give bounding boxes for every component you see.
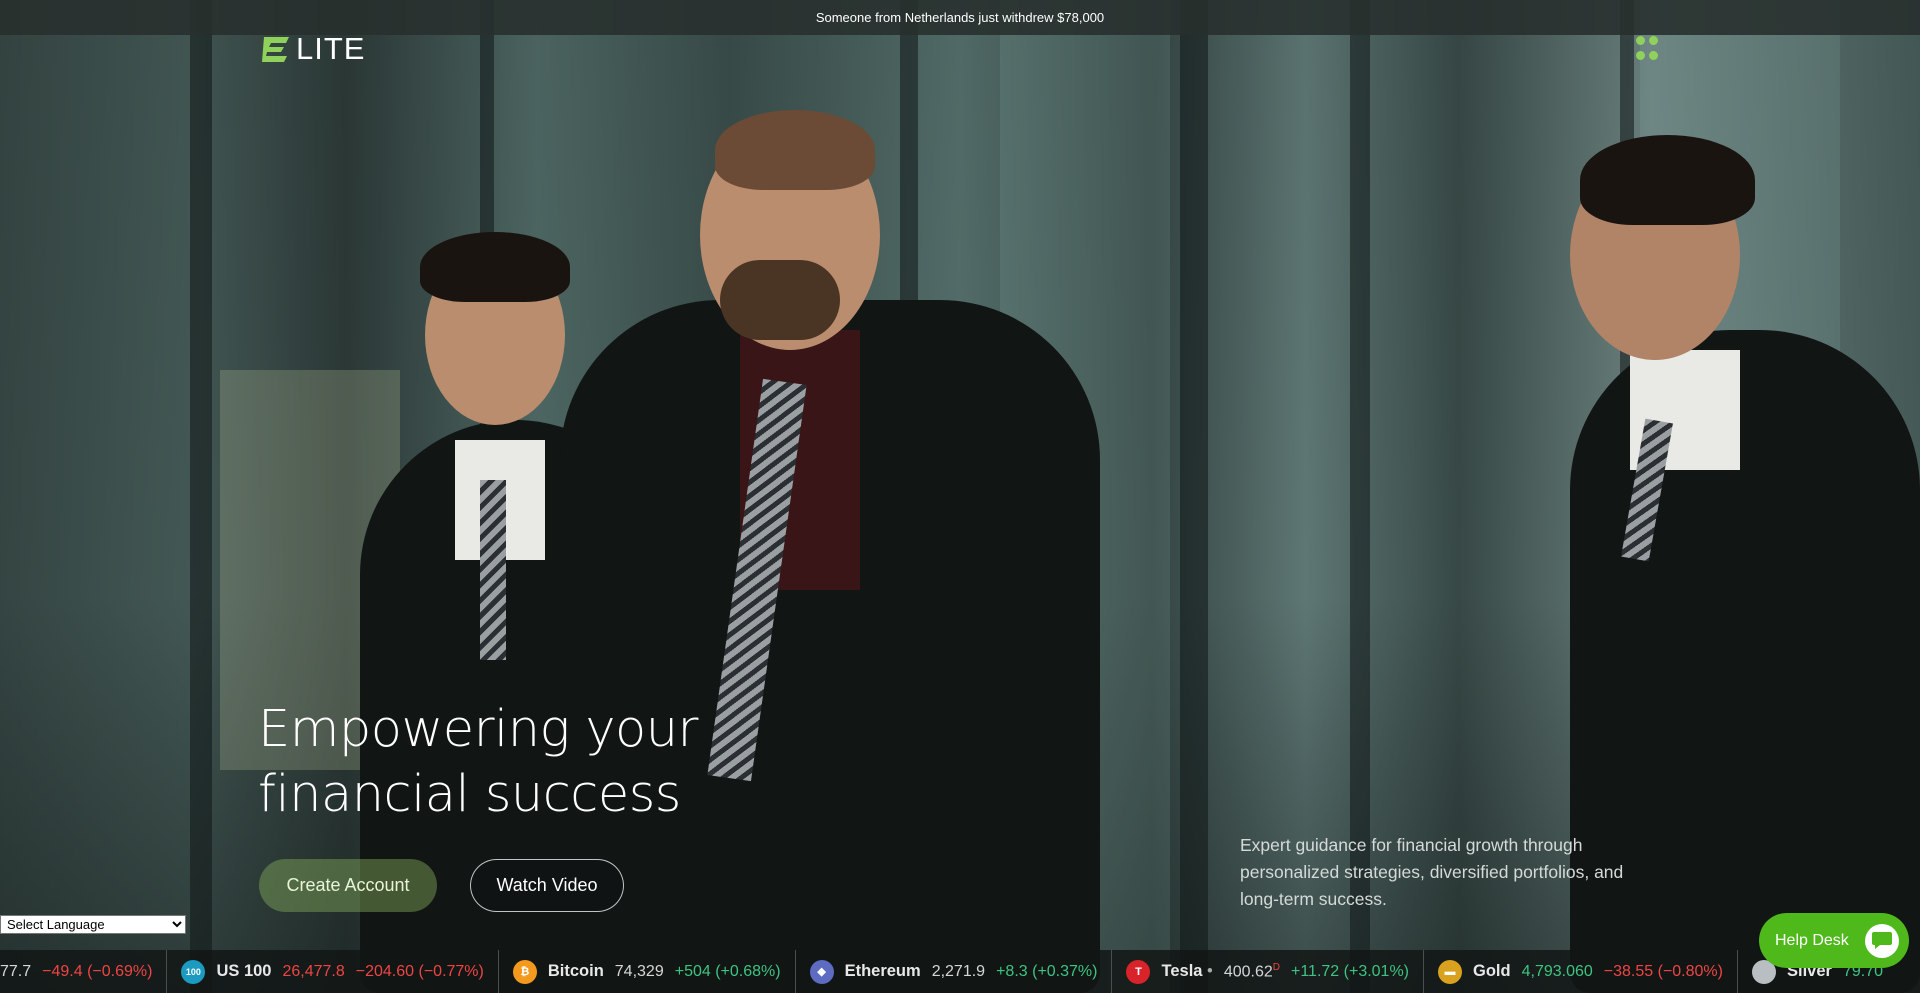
ticker-price: 77.7 — [0, 962, 32, 980]
bitcoin-icon: ₿ — [512, 959, 537, 984]
ticker-item-tesla[interactable]: T Tesla • 400.62D +11.72 (+3.01%) — [1112, 950, 1425, 993]
us100-icon: 100 — [181, 959, 206, 984]
language-select[interactable]: Select Language — [0, 915, 186, 934]
menu-grid-icon[interactable] — [1636, 36, 1662, 62]
ticker-name: Ethereum — [844, 962, 921, 980]
announcement-text: Someone from Netherlands just withdrew $… — [815, 10, 1105, 25]
ticker-change: +8.3 (+0.37%) — [996, 962, 1098, 980]
ticker-price: 4,793.060 — [1521, 962, 1593, 980]
ticker-change: −49.4 (−0.69%) — [42, 962, 153, 980]
ticker-item-gold[interactable]: ▬ Gold 4,793.060 −38.55 (−0.80%) — [1424, 950, 1738, 993]
ethereum-icon: ◆ — [809, 959, 834, 984]
ticker-price: 26,477.8 — [282, 962, 345, 980]
hero-headline: Empowering your financial success — [258, 697, 818, 827]
ticker-change: +11.72 (+3.01%) — [1291, 962, 1410, 980]
market-ticker: 77.7 −49.4 (−0.69%) 100 US 100 26,477.8 … — [0, 950, 1920, 993]
gold-bars-icon: ▬ — [1438, 959, 1463, 984]
brand-logo[interactable]: LITE — [262, 31, 366, 66]
ticker-change: +504 (+0.68%) — [674, 962, 781, 980]
logo-text: LITE — [296, 31, 366, 66]
ticker-item[interactable]: 77.7 −49.4 (−0.69%) — [0, 950, 168, 993]
ticker-item-us100[interactable]: 100 US 100 26,477.8 −204.60 (−0.77%) — [167, 950, 499, 993]
headline-line-1: Empowering your — [258, 700, 699, 759]
ticker-price: 2,271.9 — [931, 962, 986, 980]
ticker-name: US 100 — [216, 962, 272, 980]
watch-video-button[interactable]: Watch Video — [470, 859, 624, 912]
withdrawal-announcement-bar: Someone from Netherlands just withdrew $… — [0, 0, 1920, 35]
hero-tagline: Expert guidance for financial growth thr… — [1240, 835, 1624, 909]
ticker-price: 74,329 — [614, 962, 664, 980]
tesla-icon: T — [1126, 959, 1151, 984]
ticker-change: −38.55 (−0.80%) — [1603, 962, 1723, 980]
ticker-item-bitcoin[interactable]: ₿ Bitcoin 74,329 +504 (+0.68%) — [499, 950, 796, 993]
ticker-price: 400.62D — [1223, 961, 1280, 981]
chat-bubble-icon — [1865, 923, 1899, 958]
headline-line-2: financial success — [258, 765, 681, 824]
ticker-item-ethereum[interactable]: ◆ Ethereum 2,271.9 +8.3 (+0.37%) — [796, 950, 1113, 993]
help-desk-button[interactable]: Help Desk — [1759, 913, 1909, 968]
ticker-name: Gold — [1473, 962, 1511, 980]
ticker-change: −204.60 (−0.77%) — [355, 962, 484, 980]
ticker-name: Tesla • — [1161, 962, 1213, 980]
logo-e-mark-icon — [262, 37, 289, 62]
help-desk-label: Help Desk — [1775, 931, 1849, 949]
create-account-button[interactable]: Create Account — [259, 859, 437, 912]
ticker-name: Bitcoin — [547, 962, 604, 980]
